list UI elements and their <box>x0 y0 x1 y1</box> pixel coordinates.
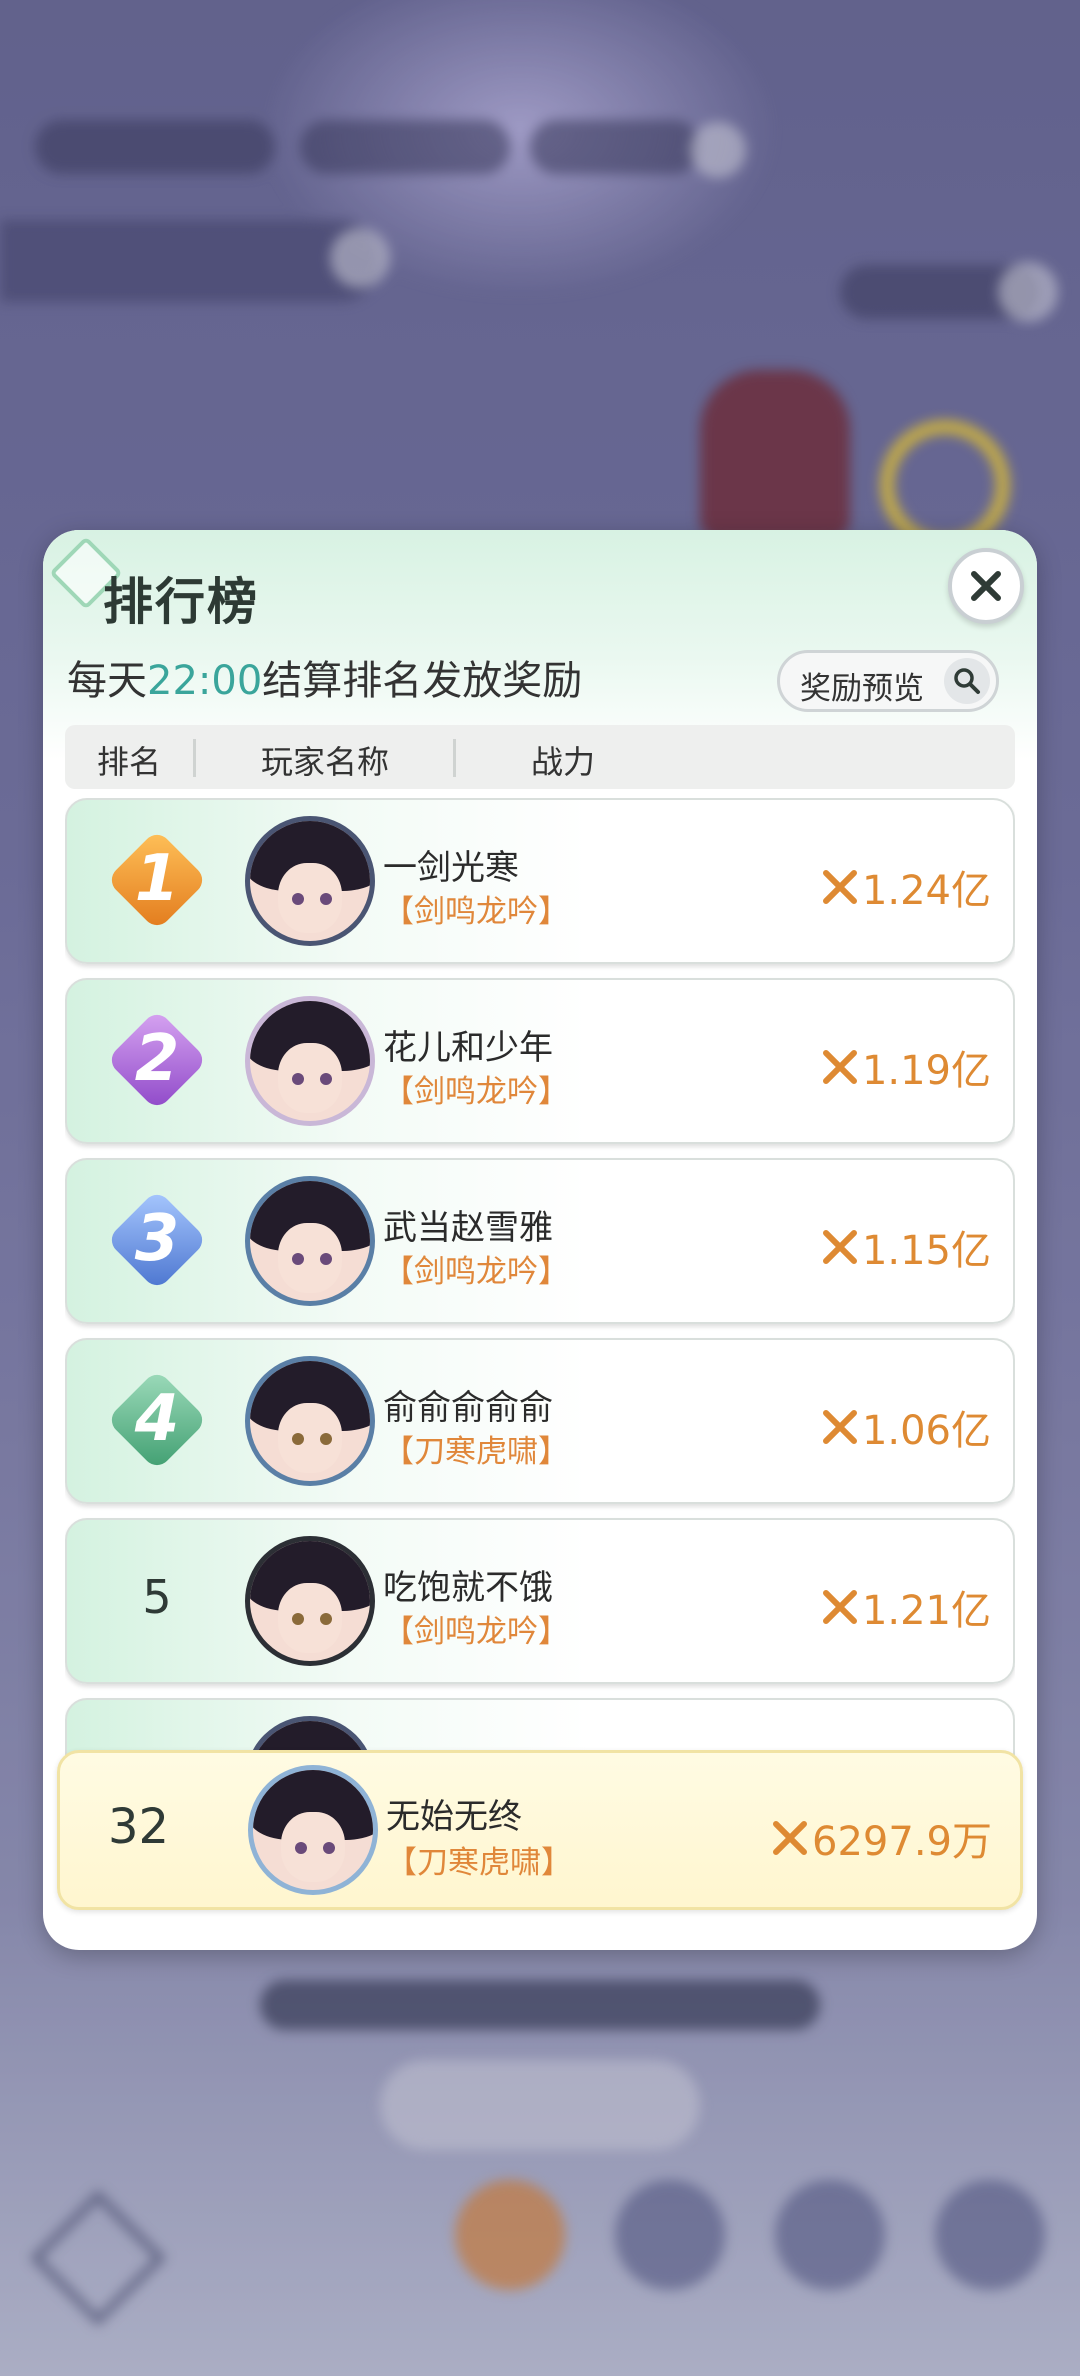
power-swords-icon <box>773 1821 808 1855</box>
power-swords-icon <box>822 1050 857 1084</box>
my-avatar[interactable] <box>248 1765 378 1895</box>
my-power-value: 6297.9万 <box>772 1809 992 1867</box>
rank-badge-icon: 2 <box>106 1009 208 1111</box>
player-faction: 【刀寒虎啸】 <box>383 1434 569 1470</box>
power-value: 1.15亿 <box>822 1218 991 1276</box>
avatar[interactable] <box>245 1536 375 1666</box>
panel-title: 排行榜 <box>103 573 259 631</box>
leaderboard-panel: 排行榜 每天22:00结算排名发放奖励 奖励预览 排名 玩家名称 战力 1 一剑… <box>43 530 1037 1950</box>
my-rank-number: 32 <box>108 1799 170 1855</box>
avatar[interactable] <box>245 1356 375 1486</box>
ranking-list[interactable]: 1 一剑光寒 【剑鸣龙吟】 1.24亿 2 花儿和少年 【剑鸣龙吟】 1.19亿 <box>65 798 1015 1798</box>
my-player-name: 无始无终 <box>386 1797 522 1837</box>
player-faction: 【剑鸣龙吟】 <box>383 1074 569 1110</box>
settlement-info: 每天22:00结算排名发放奖励 <box>67 658 583 704</box>
close-button[interactable] <box>948 548 1024 624</box>
power-value: 1.19亿 <box>822 1038 991 1096</box>
power-swords-icon <box>822 870 857 904</box>
my-player-faction: 【刀寒虎啸】 <box>386 1845 572 1881</box>
ranking-row[interactable]: 1 一剑光寒 【剑鸣龙吟】 1.24亿 <box>65 798 1015 964</box>
power-swords-icon <box>822 1230 857 1264</box>
ranking-row[interactable]: 2 花儿和少年 【剑鸣龙吟】 1.19亿 <box>65 978 1015 1144</box>
table-header: 排名 玩家名称 战力 <box>65 725 1015 789</box>
power-swords-icon <box>822 1410 857 1444</box>
rank-badge-icon: 4 <box>106 1369 208 1471</box>
column-power: 战力 <box>530 743 595 781</box>
settlement-time: 22:00 <box>147 658 263 704</box>
power-swords-icon <box>822 1590 857 1624</box>
player-name: 武当赵雪雅 <box>383 1208 553 1248</box>
power-value: 1.21亿 <box>822 1578 991 1636</box>
power-value: 1.06亿 <box>822 1398 991 1456</box>
player-name: 花儿和少年 <box>383 1028 553 1068</box>
player-name: 俞俞俞俞俞 <box>383 1388 553 1428</box>
avatar[interactable] <box>245 996 375 1126</box>
avatar[interactable] <box>245 816 375 946</box>
reward-preview-button[interactable]: 奖励预览 <box>777 650 999 712</box>
column-rank: 排名 <box>96 743 161 781</box>
avatar[interactable] <box>245 1176 375 1306</box>
player-faction: 【剑鸣龙吟】 <box>383 894 569 930</box>
rank-badge-icon: 3 <box>106 1189 208 1291</box>
column-player: 玩家名称 <box>260 743 389 781</box>
ranking-row[interactable]: 5 吃饱就不饿 【剑鸣龙吟】 1.21亿 <box>65 1518 1015 1684</box>
ranking-row[interactable]: 3 武当赵雪雅 【剑鸣龙吟】 1.15亿 <box>65 1158 1015 1324</box>
reward-preview-label: 奖励预览 <box>800 671 924 707</box>
my-ranking-row[interactable]: 32 无始无终 【刀寒虎啸】 6297.9万 <box>57 1750 1023 1910</box>
rank-badge-icon: 1 <box>106 829 208 931</box>
close-icon <box>971 571 1001 601</box>
rank-number: 5 <box>142 1570 172 1624</box>
player-faction: 【剑鸣龙吟】 <box>383 1614 569 1650</box>
power-value: 1.24亿 <box>822 858 991 916</box>
player-name: 一剑光寒 <box>383 848 519 888</box>
search-icon <box>944 658 990 704</box>
player-faction: 【剑鸣龙吟】 <box>383 1254 569 1290</box>
player-name: 吃饱就不饿 <box>383 1568 553 1608</box>
ranking-row[interactable]: 4 俞俞俞俞俞 【刀寒虎啸】 1.06亿 <box>65 1338 1015 1504</box>
